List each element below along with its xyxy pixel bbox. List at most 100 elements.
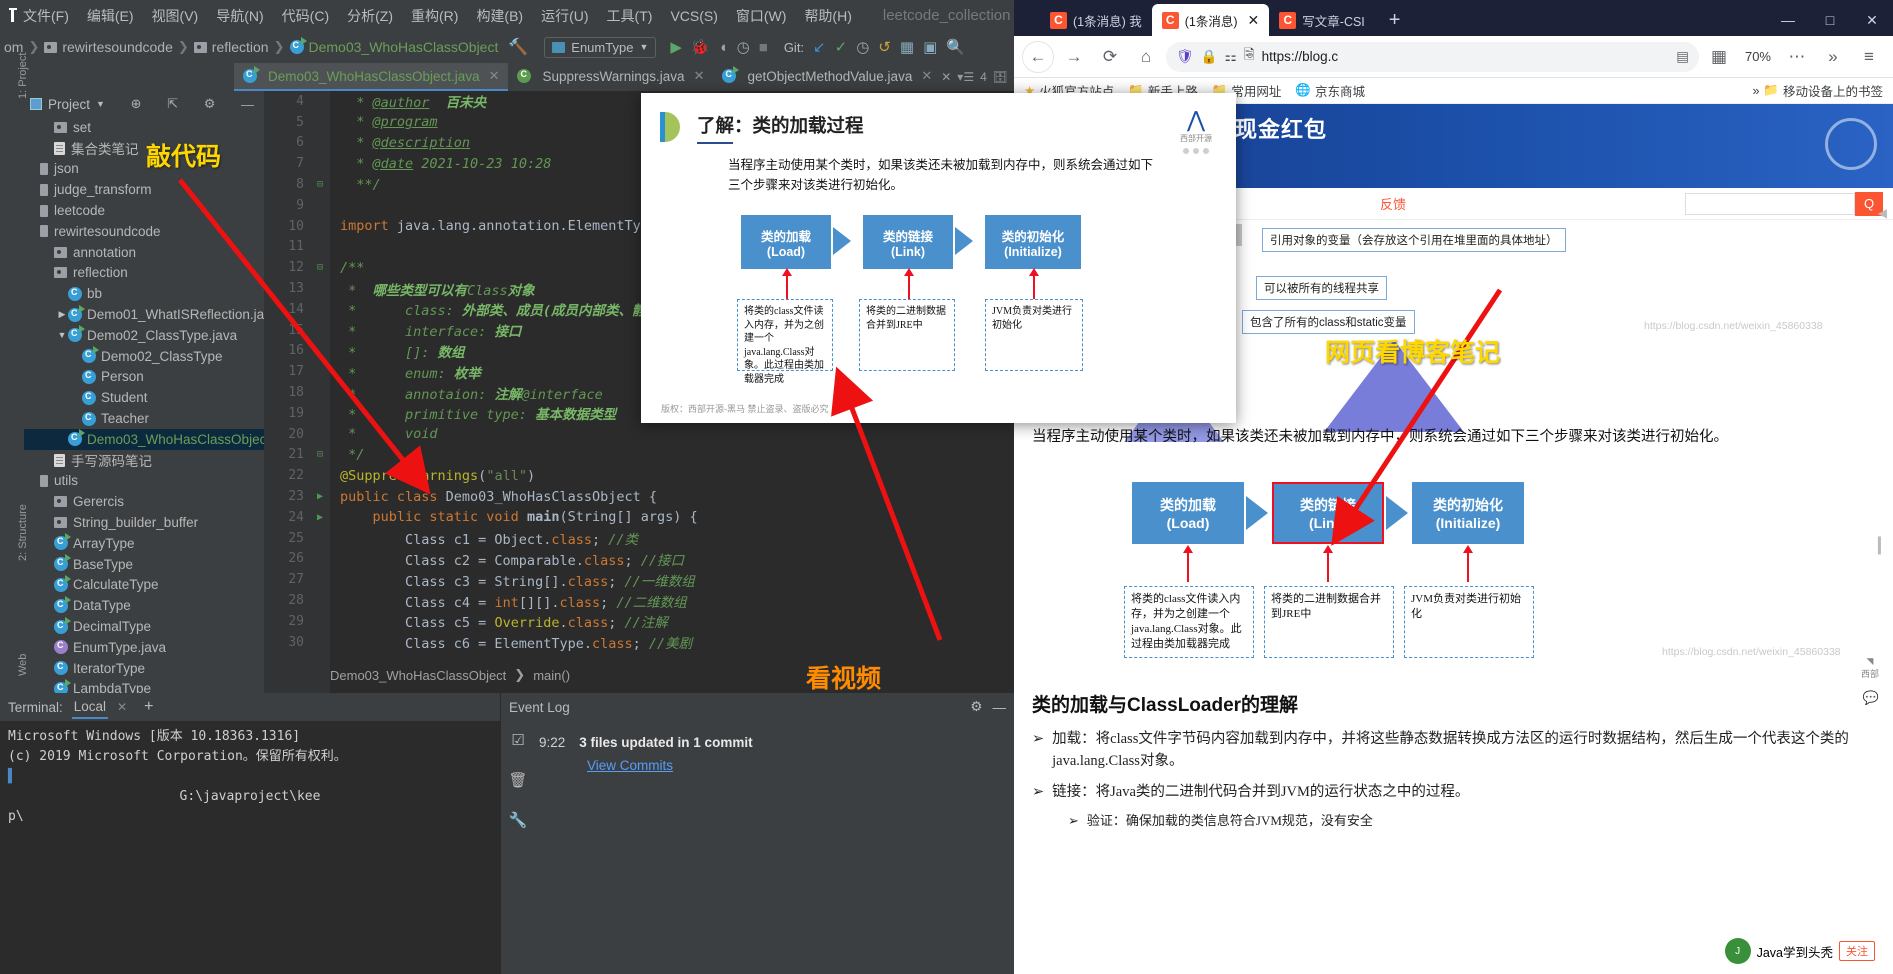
profile-button[interactable]: ◷	[737, 38, 750, 56]
bookmark-4[interactable]: » 📁 移动设备上的书签	[1752, 81, 1883, 100]
new-terminal-button[interactable]: +	[144, 698, 153, 716]
view-commits-link[interactable]: View Commits	[587, 758, 673, 773]
tree-item-21[interactable]: BaseType	[24, 554, 264, 575]
comment-icon[interactable]: 💬	[1863, 690, 1879, 706]
close-icon[interactable]: ✕	[117, 700, 127, 714]
terminal-tab-local[interactable]: Local	[71, 696, 109, 719]
git-commit-icon[interactable]: ✓	[835, 38, 848, 56]
terminal-icon[interactable]: ▣	[923, 38, 937, 56]
code-line-20[interactable]: 20 * void	[264, 424, 1014, 445]
menu-item-help[interactable]: 帮助(H)	[795, 2, 860, 30]
rail-structure-label[interactable]: 2: Structure	[17, 504, 29, 561]
lock-icon[interactable]: 🔒	[1201, 49, 1218, 65]
back-icon[interactable]: ←	[1022, 40, 1054, 73]
tree-item-13[interactable]: Student	[24, 387, 264, 408]
database-icon[interactable]: ▦	[900, 38, 914, 56]
feedback-link[interactable]: 反馈	[1380, 194, 1406, 213]
close-icon[interactable]: ✕	[489, 68, 500, 84]
run-with-coverage-button[interactable]: ◖	[719, 39, 728, 56]
hamburger-menu-icon[interactable]: ≡	[1853, 41, 1885, 73]
zoom-level[interactable]: 70%	[1739, 49, 1777, 64]
database-stack-icon[interactable]: 🗄	[993, 70, 1008, 84]
tree-item-3[interactable]: judge_transform	[24, 179, 264, 200]
tree-item-16[interactable]: 手写源码笔记	[24, 450, 264, 471]
more-icon[interactable]: ⋯	[1781, 41, 1813, 73]
browser-tab-1[interactable]: C (1条消息) ✕	[1151, 4, 1270, 36]
tree-item-26[interactable]: IteratorType	[24, 658, 264, 679]
screenshot-icon[interactable]: ▦	[1703, 41, 1735, 73]
maximize-button[interactable]: □	[1809, 4, 1851, 36]
menu-item-refactor[interactable]: 重构(R)	[402, 2, 467, 30]
permissions-icon[interactable]: ⚏	[1225, 49, 1237, 65]
tree-item-6[interactable]: annotation	[24, 242, 264, 263]
forward-icon[interactable]: →	[1058, 41, 1090, 73]
minimize-button[interactable]: —	[1767, 4, 1809, 36]
reader-mode-icon[interactable]: 🗟	[1244, 45, 1255, 68]
tree-item-24[interactable]: DecimalType	[24, 616, 264, 637]
menu-item-tools[interactable]: 工具(T)	[598, 2, 662, 30]
close-icon[interactable]: ✕	[921, 68, 932, 84]
menu-item-run[interactable]: 运行(U)	[532, 2, 597, 30]
tree-item-5[interactable]: rewirtesoundcode	[24, 221, 264, 242]
code-line-27[interactable]: 27 Class c3 = String[].class; //一维数组	[264, 569, 1014, 590]
tree-item-2[interactable]: json	[24, 159, 264, 180]
code-line-24[interactable]: 24 ▶ public static void main(String[] arg…	[264, 507, 1014, 528]
run-gutter-icon[interactable]: ▶	[310, 512, 330, 523]
tree-item-11[interactable]: Demo02_ClassType	[24, 346, 264, 367]
fold-gutter-icon[interactable]: ⊟	[310, 449, 330, 460]
run-configuration-selector[interactable]: EnumType ▼	[544, 36, 657, 58]
menu-item-vcs[interactable]: VCS(S)	[661, 4, 726, 28]
menu-item-navigate[interactable]: 导航(N)	[207, 2, 272, 30]
menu-item-file[interactable]: 文件(F)	[14, 2, 78, 30]
close-icon[interactable]: ✕	[694, 68, 705, 84]
git-update-icon[interactable]: ↙	[813, 38, 826, 56]
tree-item-22[interactable]: CalculateType	[24, 574, 264, 596]
search-input[interactable]	[1685, 192, 1855, 215]
tree-item-17[interactable]: utils	[24, 471, 264, 492]
menu-item-build[interactable]: 构建(B)	[467, 2, 532, 30]
close-icon[interactable]: ✕	[1248, 12, 1260, 29]
hide-panel-icon[interactable]: —	[993, 700, 1007, 715]
home-icon[interactable]: ⌂	[1130, 41, 1162, 73]
code-line-30[interactable]: 30 Class c6 = ElementType.class; //美剧	[264, 632, 1014, 653]
locate-icon[interactable]: ⊕	[131, 96, 142, 112]
fold-gutter-icon[interactable]: ⊟	[310, 262, 330, 273]
code-line-21[interactable]: 21 ⊟ */	[264, 445, 1014, 466]
tree-item-15[interactable]: Demo03_WhoHasClassObject	[24, 428, 264, 450]
editor-tab-suppresswarnings[interactable]: SuppressWarnings.java ✕	[508, 63, 713, 91]
author-float-card[interactable]: J Java学到头秃 关注	[1724, 938, 1875, 964]
new-tab-button[interactable]: +	[1375, 9, 1415, 36]
follow-button[interactable]: 关注	[1839, 941, 1875, 961]
code-line-29[interactable]: 29 Class c5 = Override.class; //注解	[264, 611, 1014, 632]
editor-tab-getobjectmethodvalue[interactable]: getObjectMethodValue.java ✕	[713, 63, 941, 91]
menu-item-edit[interactable]: 编辑(E)	[78, 2, 143, 30]
tree-item-23[interactable]: DataType	[24, 595, 264, 616]
tree-item-20[interactable]: ArrayType	[24, 533, 264, 554]
tab-list-icon[interactable]: ▾☰	[957, 70, 974, 84]
editor-tab-demo03[interactable]: Demo03_WhoHasClassObject.java ✕	[233, 63, 509, 91]
browser-tab-0[interactable]: C (1条消息) 我	[1040, 4, 1152, 36]
code-line-22[interactable]: 22 @SuppressWarnings("all")	[264, 465, 1014, 486]
close-button[interactable]: ✕	[1851, 4, 1893, 36]
git-history-icon[interactable]: ◷	[856, 38, 869, 56]
code-line-25[interactable]: 25 Class c1 = Object.class; //类	[264, 528, 1014, 549]
collapse-all-icon[interactable]: ⇱	[167, 96, 178, 112]
overflow-icon[interactable]: »	[1817, 41, 1849, 73]
reload-icon[interactable]: ⟳	[1094, 41, 1126, 73]
tree-item-10[interactable]: ▼ Demo02_ClassType.java	[24, 325, 264, 346]
checklist-icon[interactable]: ☑	[511, 731, 524, 749]
url-bar[interactable]: 🛡 🔒 ⚏ 🗟 https://blog.c ▤	[1166, 41, 1699, 72]
hide-panel-icon[interactable]: —	[241, 97, 254, 112]
menu-item-code[interactable]: 代码(C)	[273, 2, 338, 30]
tree-item-7[interactable]: reflection	[24, 263, 264, 284]
terminal-output[interactable]: Microsoft Windows [版本 10.18363.1316] (c)…	[0, 721, 500, 974]
wrench-icon[interactable]: 🔧	[509, 811, 528, 829]
tree-item-14[interactable]: Teacher	[24, 408, 264, 429]
editor-breadcrumb-class[interactable]: Demo03_WhoHasClassObject	[330, 668, 506, 683]
tree-item-19[interactable]: String_builder_buffer	[24, 512, 264, 533]
scroll-thumb[interactable]: ❙	[1872, 534, 1887, 555]
chevron-right-icon[interactable]: ▶	[56, 309, 68, 320]
tree-item-4[interactable]: leetcode	[24, 200, 264, 221]
tree-item-25[interactable]: EnumType.java	[24, 637, 264, 658]
rail-web-label[interactable]: Web	[17, 654, 29, 676]
